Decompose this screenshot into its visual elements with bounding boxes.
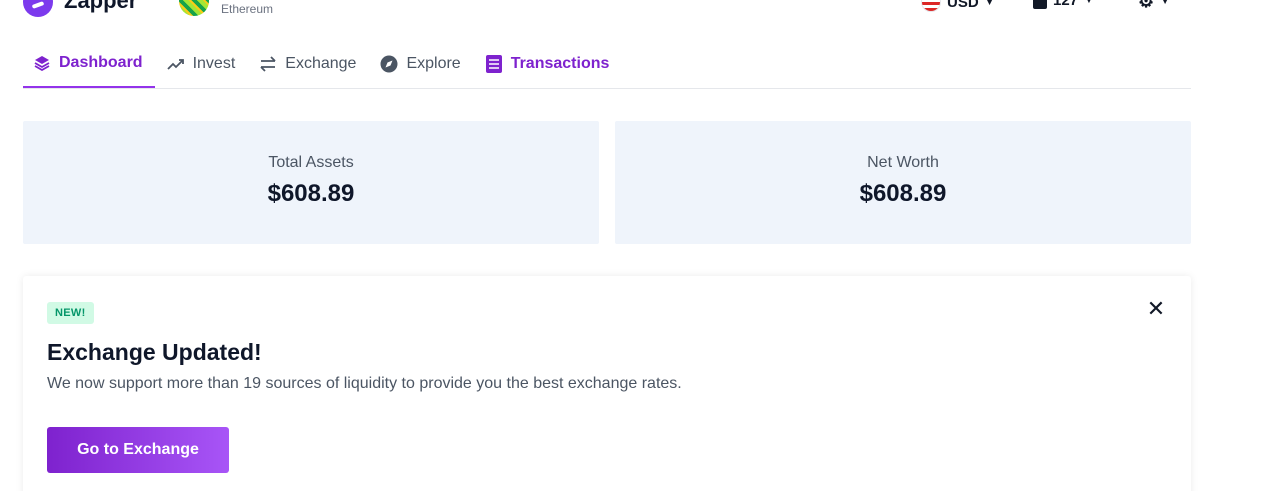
tab-explore[interactable]: Explore	[368, 40, 472, 88]
net-worth-value: $608.89	[859, 180, 947, 207]
zapper-logo-icon[interactable]	[23, 0, 53, 17]
list-icon	[485, 55, 503, 73]
gear-icon: ⚙	[1138, 0, 1155, 11]
currency-selector[interactable]: USD ▼	[921, 0, 995, 12]
close-icon[interactable]: ✕	[1145, 298, 1167, 320]
tab-label: Dashboard	[59, 54, 143, 71]
top-header: Zapper Ethereum USD ▼ 127 ▼ ⚙ ▼	[0, 0, 1261, 20]
tab-transactions[interactable]: Transactions	[473, 40, 622, 88]
notice-title: Exchange Updated!	[47, 339, 262, 365]
tab-dashboard[interactable]: Dashboard	[23, 40, 155, 88]
notice-description: We now support more than 19 sources of l…	[47, 375, 682, 392]
trending-up-icon	[166, 55, 185, 73]
main-nav: Dashboard Invest Exchange Explore Transa…	[23, 40, 1191, 89]
layers-icon	[33, 54, 51, 72]
gas-pump-icon	[1033, 0, 1047, 9]
total-assets-value: $608.89	[267, 180, 355, 207]
currency-label: USD	[947, 0, 979, 11]
net-worth-card: Net Worth $608.89	[615, 121, 1191, 244]
go-to-exchange-button[interactable]: Go to Exchange	[47, 427, 229, 473]
compass-icon	[380, 55, 398, 73]
tab-label: Exchange	[285, 55, 357, 72]
exchange-update-notice: NEW! ✕ Exchange Updated! We now support …	[23, 276, 1191, 491]
tab-label: Explore	[406, 55, 461, 72]
chevron-down-icon: ▼	[1160, 0, 1171, 7]
gas-price-value: 127	[1053, 0, 1079, 9]
gas-price-selector[interactable]: 127 ▼	[1033, 0, 1094, 9]
tab-invest[interactable]: Invest	[155, 40, 248, 88]
wallet-network: Ethereum	[221, 2, 274, 16]
chevron-down-icon: ▼	[984, 0, 995, 8]
swap-arrows-icon	[259, 55, 277, 73]
tab-exchange[interactable]: Exchange	[247, 40, 368, 88]
settings-menu[interactable]: ⚙ ▼	[1138, 0, 1170, 10]
net-worth-label: Net Worth	[867, 154, 939, 171]
tab-label: Invest	[192, 55, 236, 72]
total-assets-card: Total Assets $608.89	[23, 121, 599, 244]
wallet-avatar[interactable]	[179, 0, 209, 16]
us-flag-icon	[921, 0, 941, 12]
app-name[interactable]: Zapper	[64, 0, 137, 14]
chevron-down-icon: ▼	[1084, 0, 1094, 6]
total-assets-label: Total Assets	[268, 154, 354, 171]
new-badge: NEW!	[47, 302, 94, 324]
tab-label: Transactions	[510, 55, 610, 72]
